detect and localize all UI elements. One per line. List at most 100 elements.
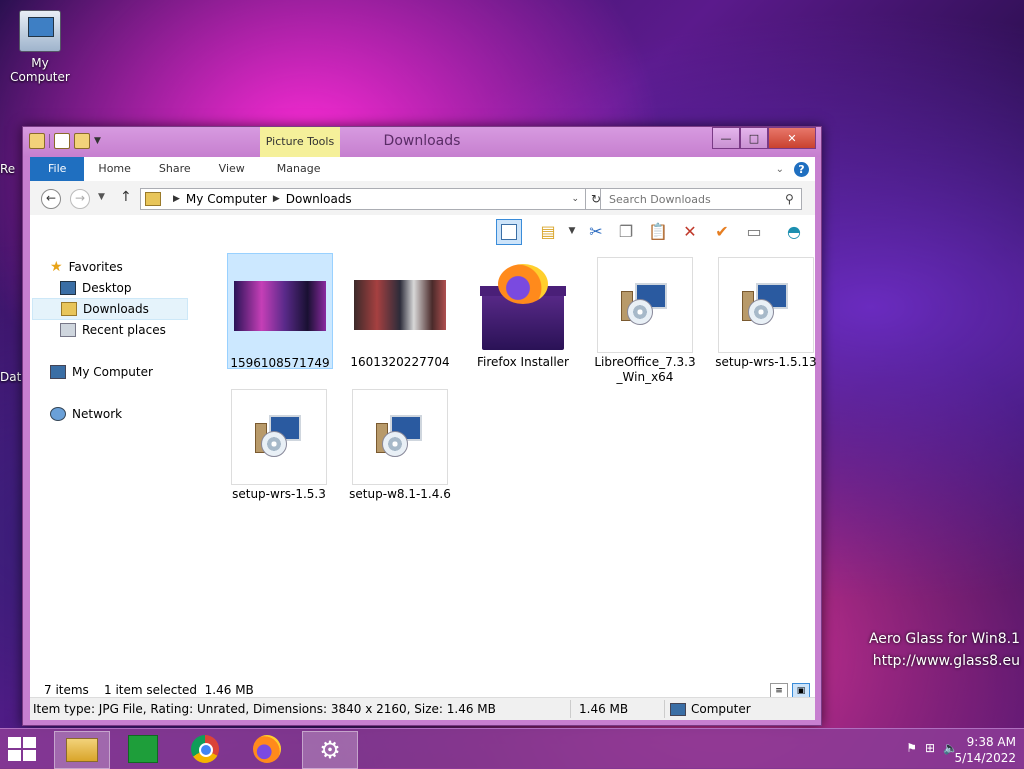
taskbar-firefox[interactable] xyxy=(240,731,294,767)
file-name: 1596108571749 xyxy=(230,356,330,370)
delete-button[interactable]: ✕ xyxy=(678,219,702,243)
downloads-folder-icon xyxy=(61,302,77,316)
chrome-icon xyxy=(191,735,219,763)
address-row: ← → ▼ ↑ ▶ My Computer ▶ Downloads ⌄ ↻ ⚲ xyxy=(30,181,815,215)
aero-glass-watermark: Aero Glass for Win8.1 http://www.glass8.… xyxy=(869,628,1020,672)
file-item[interactable]: Firefox Installer xyxy=(471,253,575,370)
computer-icon xyxy=(50,365,66,379)
gear-icon: ⚙ xyxy=(319,736,341,764)
file-item[interactable]: 1596108571749 xyxy=(227,253,333,370)
rename-button[interactable]: ▭ xyxy=(742,219,766,243)
nav-downloads[interactable]: Downloads xyxy=(32,298,188,320)
desktop-icon-data-partial[interactable]: Dat xyxy=(0,370,24,384)
file-item[interactable]: 1601320227704 xyxy=(348,253,452,370)
system-tray: ⚑ ⊞ 🔈 xyxy=(906,741,958,755)
system-clock[interactable]: 9:38 AM 5/14/2022 xyxy=(954,734,1016,766)
taskbar-chrome[interactable] xyxy=(178,731,232,767)
search-input[interactable] xyxy=(601,191,781,207)
network-icon xyxy=(50,407,66,421)
recent-locations-dropdown[interactable]: ▼ xyxy=(98,192,105,202)
search-box[interactable]: ⚲ xyxy=(600,188,802,210)
taskbar-store[interactable] xyxy=(116,731,170,767)
breadcrumb-my-computer[interactable]: My Computer xyxy=(186,192,267,206)
folder-icon xyxy=(145,192,161,206)
file-explorer-icon xyxy=(66,738,98,762)
nav-label: My Computer xyxy=(72,365,153,379)
search-icon[interactable]: ⚲ xyxy=(785,192,794,206)
maximize-button[interactable]: □ xyxy=(740,127,768,149)
nav-network[interactable]: Network xyxy=(50,404,207,424)
address-bar[interactable]: ▶ My Computer ▶ Downloads ⌄ xyxy=(140,188,586,210)
window-title: Downloads xyxy=(383,133,461,149)
chevron-right-icon[interactable]: ▶ xyxy=(173,194,180,204)
copy-button[interactable]: ❐ xyxy=(614,219,638,243)
file-name: setup-wrs-1.5.13 xyxy=(715,355,817,369)
apply-button[interactable]: ✔ xyxy=(710,219,734,243)
image-thumbnail xyxy=(352,257,448,353)
item-count: 7 items xyxy=(44,683,89,697)
nav-desktop[interactable]: Desktop xyxy=(60,278,217,298)
file-item[interactable]: setup-wrs-1.5.3 xyxy=(227,385,331,502)
desktop-icon-label: Dat xyxy=(0,370,22,384)
paste-button[interactable]: 📋 xyxy=(646,219,670,243)
watermark-title: Aero Glass for Win8.1 xyxy=(868,631,1020,647)
up-button[interactable]: ↑ xyxy=(120,189,132,205)
divider xyxy=(664,700,665,718)
select-button[interactable]: ▤ xyxy=(536,219,560,243)
item-size: 1.46 MB xyxy=(579,702,629,716)
cut-button[interactable]: ✂ xyxy=(584,219,608,243)
tab-file[interactable]: File xyxy=(30,157,85,181)
minimize-button[interactable]: — xyxy=(712,127,740,149)
chevron-right-icon[interactable]: ▶ xyxy=(273,194,280,204)
tab-home[interactable]: Home xyxy=(84,157,144,181)
expand-ribbon-icon[interactable]: ⌄ xyxy=(776,164,784,175)
desktop-icon-recycle-partial[interactable]: Re xyxy=(0,162,24,176)
forward-button[interactable]: → xyxy=(70,189,90,209)
windows-logo-icon xyxy=(8,737,21,748)
back-button[interactable]: ← xyxy=(41,189,61,209)
address-dropdown-icon[interactable]: ⌄ xyxy=(565,194,585,204)
tab-share[interactable]: Share xyxy=(145,157,205,181)
setup-icon xyxy=(231,389,327,485)
computer-icon xyxy=(19,10,61,52)
scissors-icon: ✂ xyxy=(589,221,603,241)
network-icon[interactable]: ⊞ xyxy=(925,741,935,755)
setup-icon xyxy=(718,257,814,353)
tab-manage[interactable]: Manage xyxy=(262,157,335,181)
navigation-pane: ★ Favorites Desktop Downloads Recent pla… xyxy=(30,247,195,680)
content-pane: ★ Favorites Desktop Downloads Recent pla… xyxy=(30,247,818,680)
nav-my-computer[interactable]: My Computer xyxy=(50,362,207,382)
copy-icon: ❐ xyxy=(618,221,634,241)
file-item[interactable]: setup-w8.1-1.4.6 xyxy=(348,385,452,502)
shell-icon: ◓ xyxy=(787,221,801,241)
title-bar[interactable]: ▼ Picture Tools Downloads — □ ✕ xyxy=(23,127,821,157)
divider xyxy=(570,700,571,718)
nav-recent-places[interactable]: Recent places xyxy=(60,320,217,340)
file-item[interactable]: LibreOffice_7.3.3_Win_x64 xyxy=(593,253,697,385)
computer-icon xyxy=(670,702,686,716)
explorer-window: ▼ Picture Tools Downloads — □ ✕ File Hom… xyxy=(22,126,822,726)
file-name: setup-w8.1-1.4.6 xyxy=(349,487,451,501)
preview-pane-button[interactable] xyxy=(496,219,522,245)
select-dropdown[interactable]: ▼ xyxy=(560,219,584,243)
close-button[interactable]: ✕ xyxy=(768,127,816,149)
properties-button[interactable]: ◓ xyxy=(782,219,806,243)
action-center-flag-icon[interactable]: ⚑ xyxy=(906,741,917,755)
file-name: 1601320227704 xyxy=(350,355,450,369)
file-name: LibreOffice_7.3.3_Win_x64 xyxy=(594,355,696,384)
ribbon-tabs: File Home Share View Manage ⌄ ? xyxy=(30,157,815,181)
nav-favorites[interactable]: ★ Favorites xyxy=(50,257,207,277)
nav-label: Downloads xyxy=(83,302,149,316)
desktop-icon-my-computer[interactable]: My Computer xyxy=(0,10,80,84)
breadcrumb-downloads[interactable]: Downloads xyxy=(286,192,352,206)
checkmark-icon: ✔ xyxy=(715,221,729,241)
file-item[interactable]: setup-wrs-1.5.13 xyxy=(714,253,818,370)
taskbar-settings[interactable]: ⚙ xyxy=(302,731,358,769)
tab-view[interactable]: View xyxy=(205,157,259,181)
rename-icon: ▭ xyxy=(746,221,762,241)
location-info: Computer xyxy=(670,702,751,716)
clock-time: 9:38 AM xyxy=(966,735,1016,749)
help-icon[interactable]: ? xyxy=(794,161,809,177)
taskbar-file-explorer[interactable] xyxy=(54,731,110,769)
start-button[interactable] xyxy=(8,737,38,763)
